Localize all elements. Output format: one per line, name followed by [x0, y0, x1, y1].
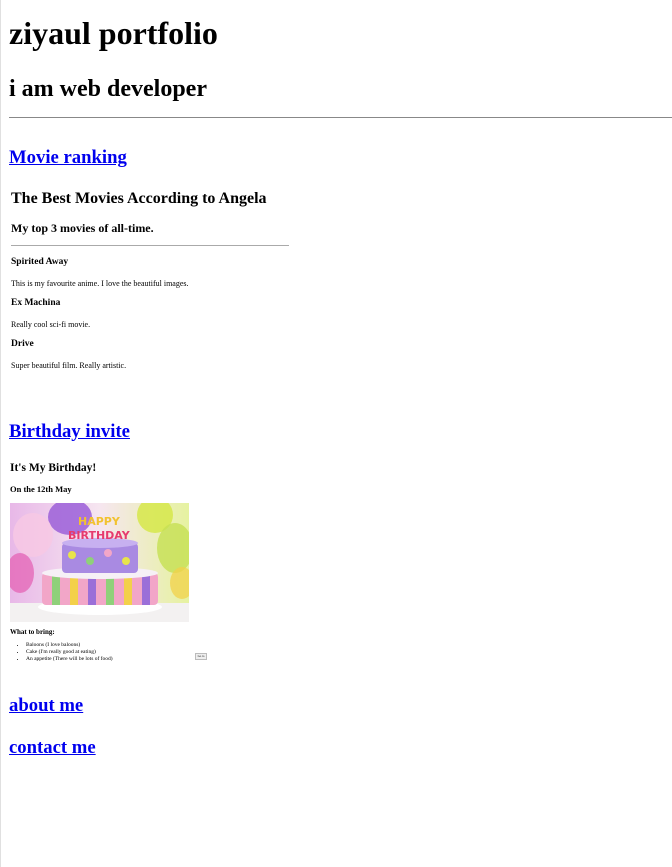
movie-name: Drive	[11, 339, 34, 349]
page: ziyaul portfolio i am web developer Movi…	[0, 0, 672, 867]
contact-me-link[interactable]: contact me	[9, 736, 96, 760]
list-item: Cake (I'm really good at eating)	[26, 649, 113, 656]
list-item: An appetite (There will be lots of food)	[26, 656, 113, 663]
movies-title: The Best Movies According to Angela	[11, 190, 267, 207]
birthday-date: On the 12th May	[10, 484, 72, 494]
birthday-title: It's My Birthday!	[10, 462, 97, 474]
header-divider	[9, 117, 672, 118]
movie-name: Spirited Away	[11, 257, 69, 267]
bring-label: What to bring:	[10, 628, 55, 636]
movies-divider	[11, 245, 289, 246]
movie-ranking-link[interactable]: Movie ranking	[9, 146, 127, 170]
list-item: Baloons (I love baloons)	[26, 642, 113, 649]
birthday-invite-preview[interactable]: It's My Birthday! On the 12th May HAPPY …	[10, 460, 220, 670]
preview-button[interactable]: Go to	[195, 653, 207, 660]
page-subtitle: i am web developer	[9, 76, 207, 102]
birthday-invite-link[interactable]: Birthday invite	[9, 420, 130, 444]
movies-subtitle: My top 3 movies of all-time.	[11, 221, 154, 235]
movie-ranking-preview[interactable]: The Best Movies According to Angela My t…	[11, 187, 293, 387]
about-me-link[interactable]: about me	[9, 694, 83, 718]
svg-text:BIRTHDAY: BIRTHDAY	[68, 529, 131, 542]
svg-text:HAPPY: HAPPY	[78, 515, 121, 528]
movie-name: Ex Machina	[11, 298, 61, 308]
movie-description: This is my favourite anime. I love the b…	[11, 279, 189, 288]
birthday-cake-image: HAPPY BIRTHDAY	[10, 503, 189, 622]
movie-description: Really cool sci-fi movie.	[11, 320, 91, 329]
bring-list: Baloons (I love baloons) Cake (I'm reall…	[10, 642, 113, 663]
page-title: ziyaul portfolio	[9, 15, 218, 51]
movie-description: Super beautiful film. Really artistic.	[11, 361, 127, 370]
